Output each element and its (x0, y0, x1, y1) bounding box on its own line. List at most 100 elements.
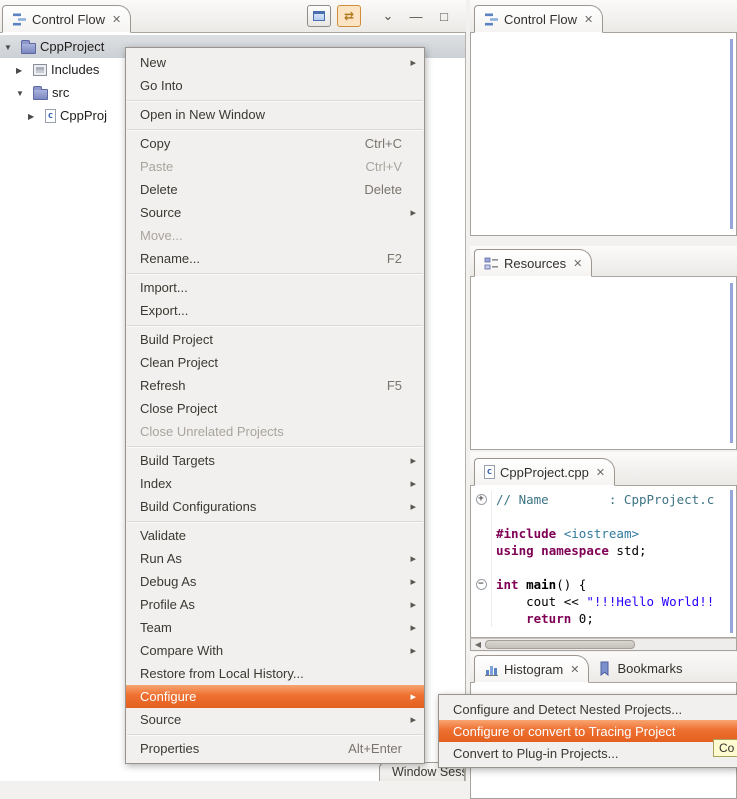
menu-item-compare-with[interactable]: Compare With ▸ (126, 639, 424, 662)
close-icon[interactable]: ✕ (582, 13, 593, 26)
menu-item-close-unrelated-projects: Close Unrelated Projects (126, 420, 424, 443)
menu-item-debug-as[interactable]: Debug As▸ (126, 570, 424, 593)
code-token: std; (609, 542, 647, 559)
code-line (471, 508, 736, 525)
close-icon[interactable]: ✕ (110, 13, 121, 26)
link-with-editor-button[interactable]: ⇄ (337, 5, 361, 27)
menu-item-rename[interactable]: Rename...F2 (126, 247, 424, 270)
overview-ruler (730, 39, 733, 229)
menu-item-move: Move... (126, 224, 424, 247)
control-flow-view-content (470, 33, 737, 236)
menu-item-go-into[interactable]: Go Into (126, 74, 424, 97)
code-token: return (526, 610, 571, 627)
tab-control-flow-left[interactable]: Control Flow ✕ (2, 5, 131, 33)
folder-icon (21, 43, 36, 54)
tab-cppproject-cpp[interactable]: c CppProject.cpp ✕ (474, 458, 615, 486)
fold-margin (471, 525, 492, 542)
code-token: cout << (496, 593, 586, 610)
menu-item-close-project[interactable]: Close Project (126, 397, 424, 420)
left-view-tab-bar: Control Flow ✕ ⇄ ⌄ — □ (0, 0, 466, 33)
menu-item-label: Validate (140, 528, 378, 543)
menu-item-label: Compare With (140, 643, 378, 658)
code-token: #include (496, 525, 556, 542)
submenu-arrow-icon: ▸ (406, 621, 416, 634)
scrollbar-thumb[interactable] (485, 640, 635, 649)
tab-label: Resources (504, 256, 566, 271)
menu-item-validate[interactable]: Validate (126, 524, 424, 547)
submenu-arrow-icon: ▸ (406, 598, 416, 611)
expander-icon[interactable]: ▼ (16, 89, 29, 98)
menu-item-build-configurations[interactable]: Build Configurations▸ (126, 495, 424, 518)
close-icon[interactable]: ✕ (594, 466, 605, 479)
menu-item-copy[interactable]: CopyCtrl+C (126, 132, 424, 155)
expander-icon[interactable]: ▼ (4, 43, 17, 52)
tab-label: Histogram (504, 662, 563, 677)
submenu-arrow-icon: ▸ (406, 575, 416, 588)
code-line: return 0; (471, 610, 736, 627)
menu-item-configure-or-convert-to-tracing-project[interactable]: Configure or convert to Tracing Project (439, 720, 737, 742)
menu-item-label: Open in New Window (140, 107, 378, 122)
tree-item-label: CppProj (60, 108, 107, 123)
menu-item-source[interactable]: Source▸ (126, 201, 424, 224)
menu-item-convert-to-plug-in-projects[interactable]: Convert to Plug-in Projects... (439, 742, 737, 764)
fold-expand-icon[interactable]: + (476, 494, 487, 505)
menu-item-team[interactable]: Team▸ (126, 616, 424, 639)
menu-item-label: Profile As (140, 597, 378, 612)
menu-item-label: Properties (140, 741, 324, 756)
code-line: +// Name : CppProject.c (471, 491, 736, 508)
code-line: cout << "!!!Hello World!! (471, 593, 736, 610)
menu-item-index[interactable]: Index▸ (126, 472, 424, 495)
menu-item-properties[interactable]: PropertiesAlt+Enter (126, 737, 424, 760)
menu-item-delete[interactable]: DeleteDelete (126, 178, 424, 201)
menu-item-build-targets[interactable]: Build Targets▸ (126, 449, 424, 472)
menu-item-refresh[interactable]: RefreshF5 (126, 374, 424, 397)
view-menu-button[interactable]: ⌄ (378, 8, 398, 24)
tab-control-flow-right[interactable]: Control Flow ✕ (474, 5, 603, 33)
maximize-button[interactable]: □ (434, 9, 454, 24)
menu-item-label: Build Configurations (140, 499, 378, 514)
eclipse-window: Control Flow ✕ ⇄ ⌄ — □ ▼CppProject▶Inclu… (0, 0, 737, 799)
folder-icon (33, 89, 48, 100)
menu-separator (127, 734, 423, 735)
tab-resources[interactable]: Resources ✕ (474, 249, 592, 277)
tab-bookmarks[interactable]: Bookmarks (589, 654, 690, 682)
menu-item-open-in-new-window[interactable]: Open in New Window (126, 103, 424, 126)
configure-submenu: Configure and Detect Nested Projects... C… (438, 694, 737, 768)
menu-item-run-as[interactable]: Run As▸ (126, 547, 424, 570)
menu-item-new[interactable]: New▸ (126, 51, 424, 74)
scroll-left-button[interactable]: ◀ (471, 640, 485, 649)
menu-item-label: Configure or convert to Tracing Project (453, 724, 693, 739)
menu-item-build-project[interactable]: Build Project (126, 328, 424, 351)
expander-icon[interactable]: ▶ (28, 112, 41, 121)
menu-item-source-2[interactable]: Source▸ (126, 708, 424, 731)
tab-histogram[interactable]: Histogram ✕ (474, 655, 589, 683)
menu-item-label: Source (140, 205, 378, 220)
fold-margin (471, 559, 492, 576)
code-line: −int main() { (471, 576, 736, 593)
code-token: () { (556, 576, 586, 593)
includes-icon (33, 64, 47, 76)
menu-item-clean-project[interactable]: Clean Project (126, 351, 424, 374)
menu-item-label: Build Project (140, 332, 378, 347)
menu-separator (127, 129, 423, 130)
overview-ruler (730, 490, 733, 633)
code-editor[interactable]: +// Name : CppProject.c#include <iostrea… (471, 486, 736, 637)
view-toggle-button[interactable] (307, 5, 331, 27)
expander-icon[interactable]: ▶ (16, 66, 29, 75)
menu-item-configure[interactable]: Configure▸ (126, 685, 424, 708)
menu-item-profile-as[interactable]: Profile As ▸ (126, 593, 424, 616)
close-icon[interactable]: ✕ (571, 257, 582, 270)
fold-collapse-icon[interactable]: − (476, 579, 487, 590)
submenu-arrow-icon: ▸ (406, 644, 416, 657)
menu-item-shortcut: F2 (387, 251, 402, 266)
minimize-button[interactable]: — (406, 9, 426, 24)
menu-item-import[interactable]: Import... (126, 276, 424, 299)
code-token (534, 542, 542, 559)
tab-label: Control Flow (32, 12, 105, 27)
menu-item-configure-and-detect-nested-projects[interactable]: Configure and Detect Nested Projects... (439, 698, 737, 720)
menu-item-export[interactable]: Export... (126, 299, 424, 322)
menu-item-shortcut: Ctrl+V (366, 159, 402, 174)
close-icon[interactable]: ✕ (568, 663, 579, 676)
horizontal-scrollbar[interactable]: ◀ (470, 638, 737, 651)
menu-item-restore-from-local-history[interactable]: Restore from Local History... (126, 662, 424, 685)
